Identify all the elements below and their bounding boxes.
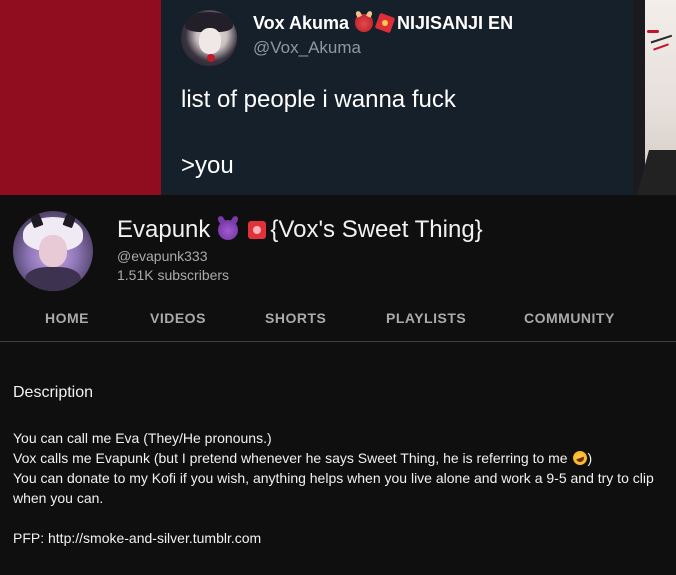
banner-character-art xyxy=(633,0,676,195)
red-envelope-emoji-icon xyxy=(374,12,396,34)
tab-home[interactable]: HOME xyxy=(45,310,89,326)
channel-avatar[interactable] xyxy=(13,211,93,291)
tweet-author-label: Vox Akuma xyxy=(253,13,350,33)
tab-videos[interactable]: VIDEOS xyxy=(150,310,206,326)
tweet-author-handle: @Vox_Akuma xyxy=(253,38,361,57)
channel-name-suffix: {Vox's Sweet Thing} xyxy=(270,216,483,243)
tab-shorts[interactable]: SHORTS xyxy=(265,310,326,326)
tweet-text-line-1: list of people i wanna fuck xyxy=(181,86,456,113)
tweet-author-name: Vox Akuma NIJISANJI EN xyxy=(253,12,514,34)
tab-community[interactable]: COMMUNITY xyxy=(524,310,615,326)
tab-playlists[interactable]: PLAYLISTS xyxy=(386,310,466,326)
subscriber-count: 1.51K subscribers xyxy=(117,267,230,283)
description-line-2-end: ) xyxy=(587,450,593,466)
channel-name-text: Evapunk xyxy=(117,216,211,243)
banner-red-panel xyxy=(0,0,161,195)
tweet-author-affiliation: NIJISANJI EN xyxy=(397,13,514,33)
description-line-1: You can call me Eva (They/He pronouns.) xyxy=(13,430,272,446)
ogre-emoji-icon xyxy=(355,14,374,32)
description-line-2-text: Vox calls me Evapunk (but I pretend when… xyxy=(13,450,568,466)
channel-tabs: HOME VIDEOS SHORTS PLAYLISTS COMMUNITY xyxy=(0,296,676,342)
tweet-text-line-2: >you xyxy=(181,152,234,179)
description-body: You can call me Eva (They/He pronouns.) … xyxy=(13,428,663,548)
smiling-devil-emoji-icon xyxy=(218,220,239,240)
description-line-2: Vox calls me Evapunk (but I pretend when… xyxy=(13,448,663,468)
tweet-avatar xyxy=(181,10,237,66)
description-heading: Description xyxy=(13,384,94,401)
channel-name: Evapunk {Vox's Sweet Thing} xyxy=(117,216,483,244)
channel-handle: @evapunk333 xyxy=(117,248,208,264)
description-pfp-link[interactable]: PFP: http://smoke-and-silver.tumblr.com xyxy=(13,528,663,548)
red-badge-emoji-icon xyxy=(248,221,267,239)
description-line-3: You can donate to my Kofi if you wish, a… xyxy=(13,470,654,506)
